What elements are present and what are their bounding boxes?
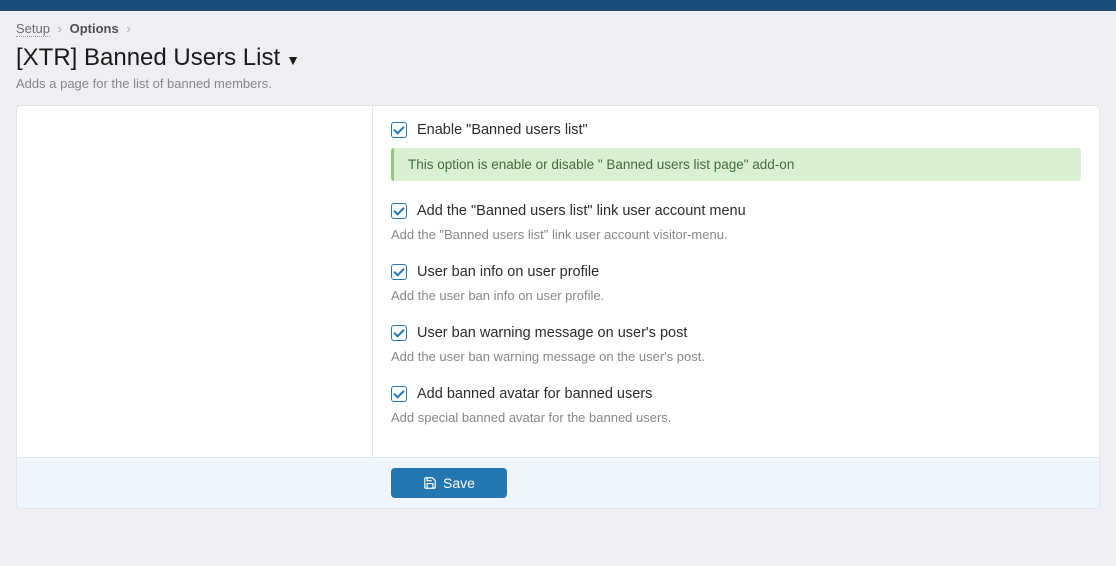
chevron-right-icon: › xyxy=(126,21,130,36)
option-label[interactable]: Add banned avatar for banned users xyxy=(417,386,652,402)
option-label[interactable]: User ban warning message on user's post xyxy=(417,325,687,341)
options-panel: Enable "Banned users list" This option i… xyxy=(16,105,1100,509)
option-description: Add the user ban info on user profile. xyxy=(391,286,1081,303)
option-add-link-account-menu: Add the "Banned users list" link user ac… xyxy=(391,203,1081,242)
caret-down-icon: ▼ xyxy=(286,52,300,68)
breadcrumb: Setup › Options › xyxy=(0,11,1116,44)
option-ban-info-profile: User ban info on user profile Add the us… xyxy=(391,264,1081,303)
panel-right-content: Enable "Banned users list" This option i… xyxy=(373,106,1099,457)
page-title-text: [XTR] Banned Users List xyxy=(16,44,280,72)
top-bar xyxy=(0,0,1116,11)
panel-footer: Save xyxy=(17,457,1099,508)
option-label[interactable]: Add the "Banned users list" link user ac… xyxy=(417,203,746,219)
footer-spacer xyxy=(35,468,391,498)
option-description: Add the user ban warning message on the … xyxy=(391,347,1081,364)
save-button-label: Save xyxy=(443,475,475,491)
checkbox-enable-banned-list[interactable] xyxy=(391,122,407,138)
option-enable-banned-list: Enable "Banned users list" This option i… xyxy=(391,122,1081,181)
save-button[interactable]: Save xyxy=(391,468,507,498)
checkbox-ban-info-profile[interactable] xyxy=(391,264,407,280)
checkbox-banned-avatar[interactable] xyxy=(391,386,407,402)
breadcrumb-options[interactable]: Options xyxy=(70,21,119,36)
panel-body: Enable "Banned users list" This option i… xyxy=(17,106,1099,457)
hint-box: This option is enable or disable " Banne… xyxy=(391,148,1081,181)
panel-left-sidebar xyxy=(17,106,373,457)
checkbox-ban-warning-post[interactable] xyxy=(391,325,407,341)
option-banned-avatar: Add banned avatar for banned users Add s… xyxy=(391,386,1081,425)
option-description: Add the "Banned users list" link user ac… xyxy=(391,225,1081,242)
save-icon xyxy=(423,476,437,490)
option-label[interactable]: Enable "Banned users list" xyxy=(417,122,588,138)
option-ban-warning-post: User ban warning message on user's post … xyxy=(391,325,1081,364)
page-title[interactable]: [XTR] Banned Users List ▼ xyxy=(0,44,1116,72)
page-description: Adds a page for the list of banned membe… xyxy=(0,72,1116,105)
breadcrumb-setup[interactable]: Setup xyxy=(16,21,50,37)
option-description: Add special banned avatar for the banned… xyxy=(391,408,1081,425)
checkbox-add-link-account-menu[interactable] xyxy=(391,203,407,219)
option-label[interactable]: User ban info on user profile xyxy=(417,264,599,280)
chevron-right-icon: › xyxy=(58,21,62,36)
